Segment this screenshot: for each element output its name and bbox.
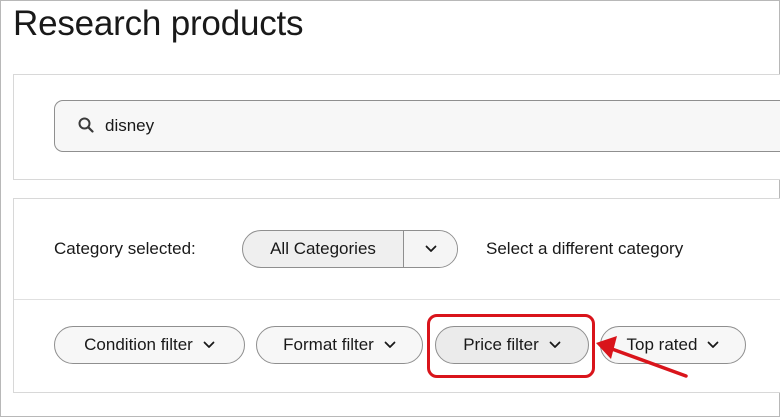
- price-filter-label: Price filter: [463, 335, 539, 354]
- top-rated-filter-button[interactable]: Top rated: [600, 326, 746, 364]
- category-selector: All Categories: [242, 230, 458, 268]
- chevron-down-icon: [203, 341, 215, 348]
- chevron-down-icon: [549, 341, 561, 348]
- condition-filter-button[interactable]: Condition filter: [54, 326, 245, 364]
- chevron-down-icon: [708, 341, 719, 348]
- search-icon: [78, 117, 94, 133]
- format-filter-label: Format filter: [283, 335, 374, 354]
- divider: [14, 299, 780, 300]
- category-dropdown-button[interactable]: [404, 231, 457, 267]
- price-filter-button[interactable]: Price filter: [435, 326, 589, 364]
- search-panel: disney: [13, 74, 780, 180]
- chevron-down-icon: [384, 341, 396, 348]
- search-input[interactable]: disney: [54, 100, 780, 152]
- category-label: Category selected:: [54, 239, 196, 258]
- page-title: Research products: [13, 4, 304, 43]
- search-value: disney: [105, 116, 155, 135]
- category-hint: Select a different category: [486, 239, 684, 258]
- format-filter-button[interactable]: Format filter: [256, 326, 423, 364]
- category-button[interactable]: All Categories: [243, 231, 404, 267]
- condition-filter-label: Condition filter: [84, 335, 193, 354]
- chevron-down-icon: [425, 245, 436, 252]
- top-rated-filter-label: Top rated: [626, 335, 698, 354]
- filter-panel: Category selected: All Categories Select…: [13, 198, 780, 393]
